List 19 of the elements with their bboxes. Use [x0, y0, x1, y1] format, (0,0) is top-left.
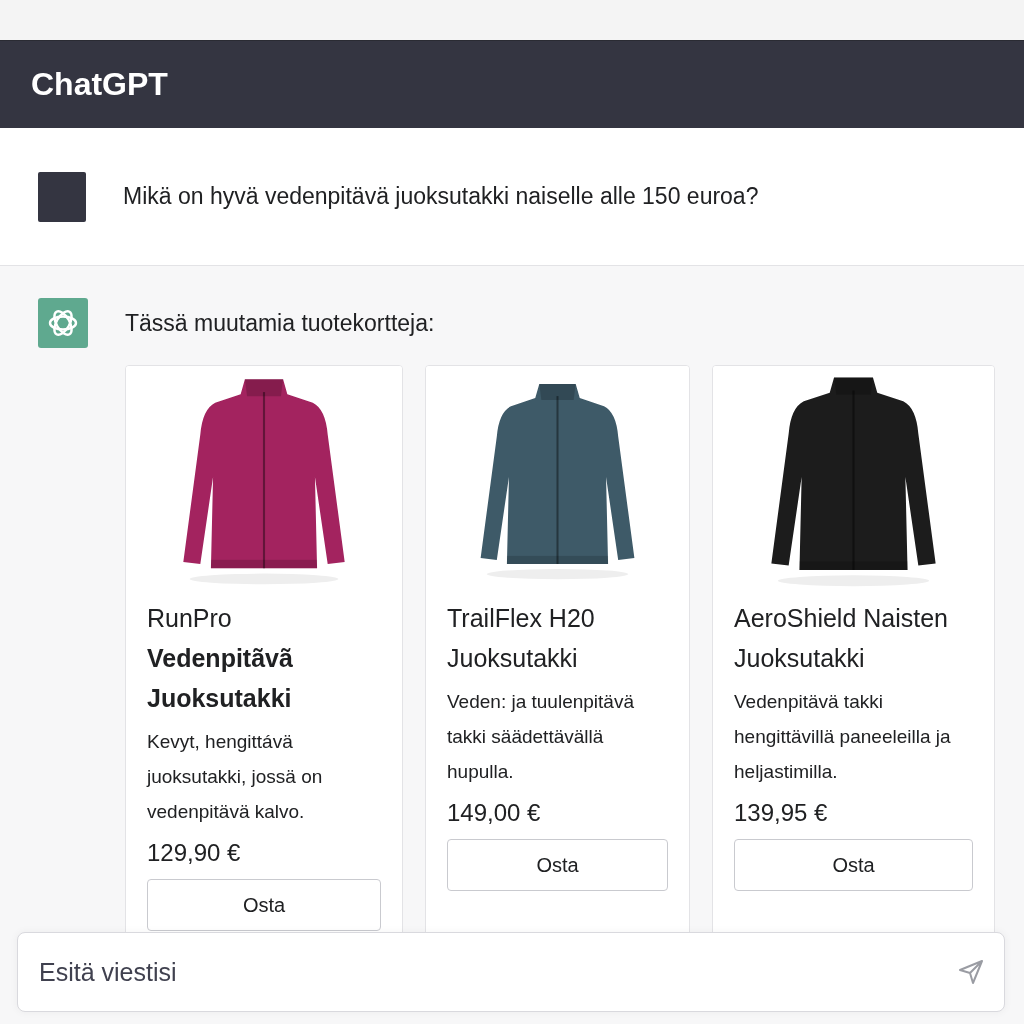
product-price: 129,90 €: [147, 839, 242, 867]
buy-button[interactable]: Osta: [147, 879, 381, 931]
assistant-message: Tässä muutamia tuotekortteja:: [125, 310, 436, 337]
product-description: Veden: ja tuulenpitävä takki säädettävällä hupulla.: [447, 690, 635, 784]
buy-button[interactable]: Osta: [734, 839, 973, 891]
user-message: Mikä on hyvä vedenpitävä juoksutakki naiselle alle 150 euroa?: [123, 183, 759, 210]
app-title: ChatGPT: [31, 66, 168, 103]
product-title: AeroShield Naisten Juoksutakki: [734, 603, 949, 674]
user-avatar: [38, 171, 86, 222]
send-icon[interactable]: [957, 958, 985, 986]
product-title: TrailFlex H20 Juoksutakki: [447, 603, 596, 674]
buy-button[interactable]: Osta: [447, 839, 668, 891]
product-price: 149,00 €: [447, 799, 542, 827]
message-input[interactable]: Esitä viestisi: [17, 932, 1005, 1012]
product-price: 139,95 €: [734, 799, 829, 827]
assistant-logo-icon: [38, 298, 88, 348]
product-description: Kevyt, hengittávä juoksutakki, jossä on vedenpitävä kalvo.: [147, 730, 324, 824]
product-description: Vedenpitävä takki hengittävillä paneeleilla ja heljastimilla.: [734, 690, 952, 784]
product-title: RunPro Vedenpitãvã Juoksutakki: [147, 603, 294, 714]
